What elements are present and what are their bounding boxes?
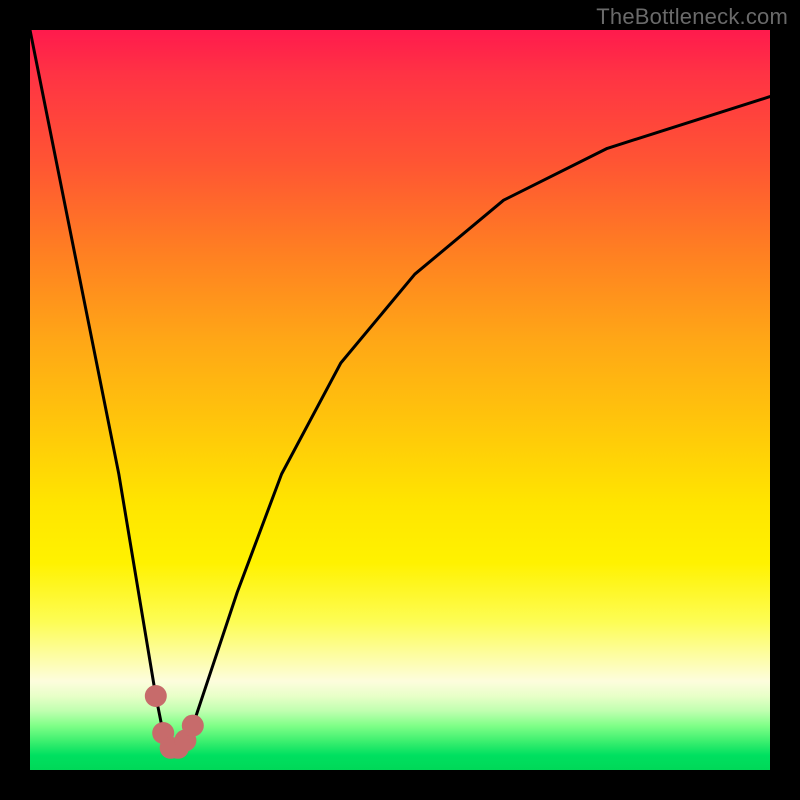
watermark-text: TheBottleneck.com: [596, 4, 788, 30]
min-region-dots: [145, 685, 204, 759]
curve-svg: [30, 30, 770, 770]
min-dot: [145, 685, 167, 707]
chart-frame: TheBottleneck.com: [0, 0, 800, 800]
plot-area: [30, 30, 770, 770]
bottleneck-curve-path: [30, 30, 770, 748]
min-dot: [182, 715, 204, 737]
